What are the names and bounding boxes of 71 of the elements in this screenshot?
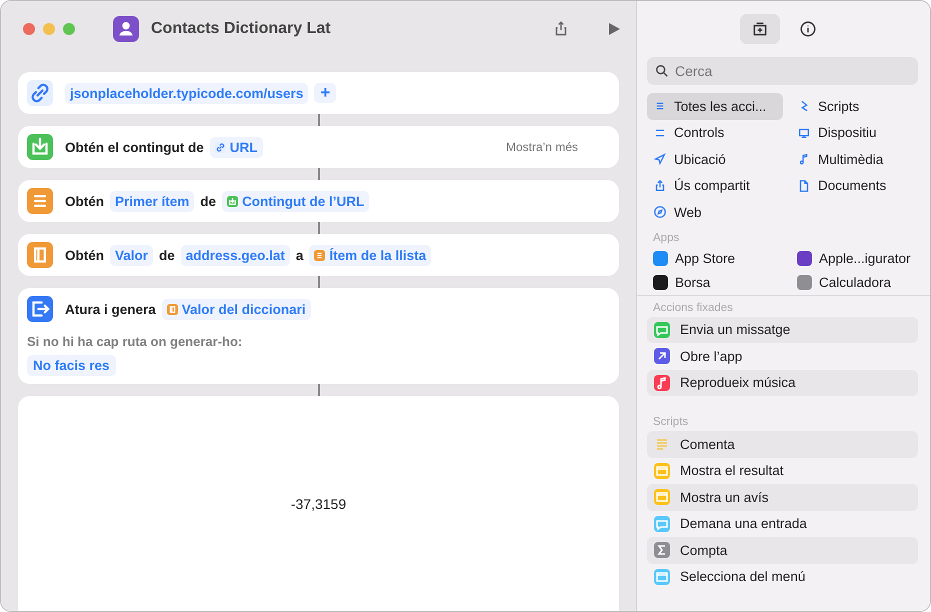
script-action[interactable]: Mostra un avís — [647, 484, 918, 510]
link-icon — [214, 142, 226, 152]
script-action[interactable]: Selecciona del menú — [647, 564, 918, 590]
book-icon — [166, 304, 178, 314]
compass-icon — [653, 205, 667, 220]
action-label: de — [200, 194, 216, 208]
variable-token[interactable]: Ítem de la llista — [309, 244, 432, 266]
parameter-token[interactable]: address.geo.lat — [180, 244, 290, 266]
category-item[interactable]: Web — [647, 199, 783, 226]
variable-token[interactable]: Valor del diccionari — [162, 298, 311, 320]
script-action[interactable]: Demana una entrada — [647, 510, 918, 537]
document-icon — [797, 178, 811, 193]
play-icon[interactable] — [606, 20, 622, 38]
pinned-action[interactable]: Obre l’app — [647, 343, 918, 370]
script-action[interactable]: Compta — [647, 537, 918, 564]
close-window-icon[interactable] — [23, 23, 35, 35]
window-title: Contacts Dictionary Lat — [151, 20, 331, 38]
link-icon — [27, 80, 53, 106]
category-item[interactable]: Ús compartit — [647, 172, 783, 199]
action-card[interactable]: Obtén Primer ítem de Contingut de l’URL — [18, 180, 619, 222]
parameter-token[interactable]: Valor — [110, 244, 154, 266]
script-action[interactable]: Mostra el resultat — [647, 458, 918, 484]
action-card[interactable]: Obtén Valor de address.geo.lat a Ítem de la llista — [18, 234, 619, 276]
category-item[interactable]: Controls — [647, 120, 783, 146]
download-icon — [227, 196, 238, 206]
parameter-token[interactable]: Primer ítem — [110, 190, 194, 212]
location-arrow-icon — [653, 152, 667, 166]
exit-icon — [27, 296, 53, 322]
option-token[interactable]: No facis res — [27, 355, 116, 376]
search-field[interactable]: Cerca — [647, 57, 918, 85]
section-heading: Apps — [652, 230, 680, 246]
book-icon — [27, 242, 53, 268]
action-label: Obtén — [65, 248, 104, 262]
add-button[interactable]: + — [314, 83, 336, 103]
result-value: -37,3159 — [290, 496, 346, 512]
category-item[interactable]: Ubicació — [647, 146, 783, 172]
category-item[interactable]: Scripts — [791, 93, 920, 120]
section-heading: Accions fixades — [652, 300, 734, 316]
show-more-link[interactable]: Mostra’n més — [506, 140, 578, 154]
action-library-tab[interactable] — [740, 14, 780, 44]
variable-token[interactable]: Contingut de l’URL — [222, 190, 370, 212]
category-item[interactable]: Multimèdia — [791, 146, 920, 172]
script-action[interactable]: Comenta — [647, 431, 918, 458]
variable-token[interactable]: URL — [210, 136, 262, 158]
info-icon — [798, 20, 816, 38]
download-icon — [27, 134, 53, 160]
action-label: de — [159, 248, 175, 262]
list-icon — [27, 188, 53, 214]
parameter-token[interactable]: jsonplaceholder.typicode.com/users — [65, 82, 308, 104]
person-icon — [113, 16, 139, 42]
app-item[interactable]: Borsa — [647, 270, 783, 294]
pinned-action[interactable]: Reprodueix música — [647, 370, 918, 396]
category-item[interactable]: Totes les acci... — [647, 93, 783, 120]
section-heading: Scripts — [652, 415, 690, 430]
pinned-action[interactable]: Envia un missatge — [647, 316, 918, 343]
action-card[interactable]: Atura i genera Valor del diccionari Si no hi ha cap ruta on generar-ho: No facis res — [18, 288, 619, 384]
output-note: Si no hi ha cap ruta on generar-ho: — [27, 334, 244, 349]
action-label: Obtén el contingut de — [65, 140, 204, 154]
action-card[interactable]: Obtén el contingut de URL Mostra’n més — [18, 126, 619, 168]
action-label: Obtén — [65, 194, 104, 208]
app-item[interactable]: Calculadora — [791, 270, 920, 294]
action-label: a — [296, 248, 304, 262]
action-card[interactable]: jsonplaceholder.typicode.com/users + — [18, 72, 619, 114]
app-item[interactable]: Apple...igurator — [791, 246, 920, 270]
share-icon — [653, 178, 667, 193]
category-item[interactable]: Dispositiu — [791, 120, 920, 146]
list-icon — [314, 250, 326, 260]
app-item[interactable]: App Store — [647, 246, 783, 270]
add-action-icon — [750, 20, 768, 38]
action-label: Atura i genera — [65, 302, 156, 316]
category-item[interactable]: Documents — [791, 172, 920, 199]
